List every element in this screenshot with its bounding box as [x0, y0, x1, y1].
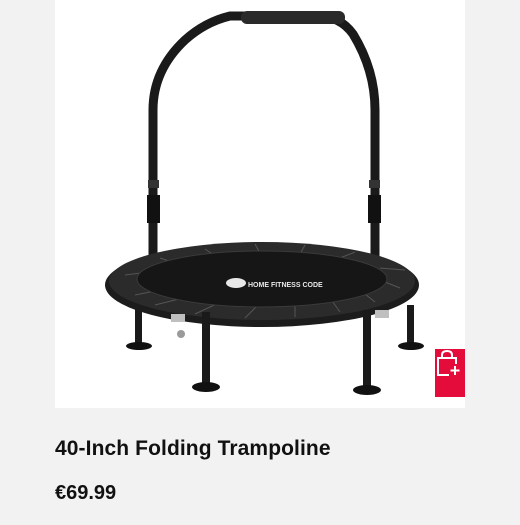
product-title[interactable]: 40-Inch Folding Trampoline: [55, 437, 331, 461]
shopping-bag-plus-icon: [437, 349, 461, 376]
product-card[interactable]: HOME FITNESS CODE 40-Inch Folding Trampo…: [28, 0, 492, 525]
trampoline-image: HOME FITNESS CODE: [105, 11, 424, 395]
product-price: €69.99: [55, 482, 117, 504]
svg-text:HOME FITNESS CODE: HOME FITNESS CODE: [248, 282, 323, 289]
product-tile-page: HOME FITNESS CODE 40-Inch Folding Trampo…: [0, 0, 520, 525]
add-to-cart-button[interactable]: [435, 349, 465, 397]
product-image[interactable]: HOME FITNESS CODE: [55, 0, 465, 408]
